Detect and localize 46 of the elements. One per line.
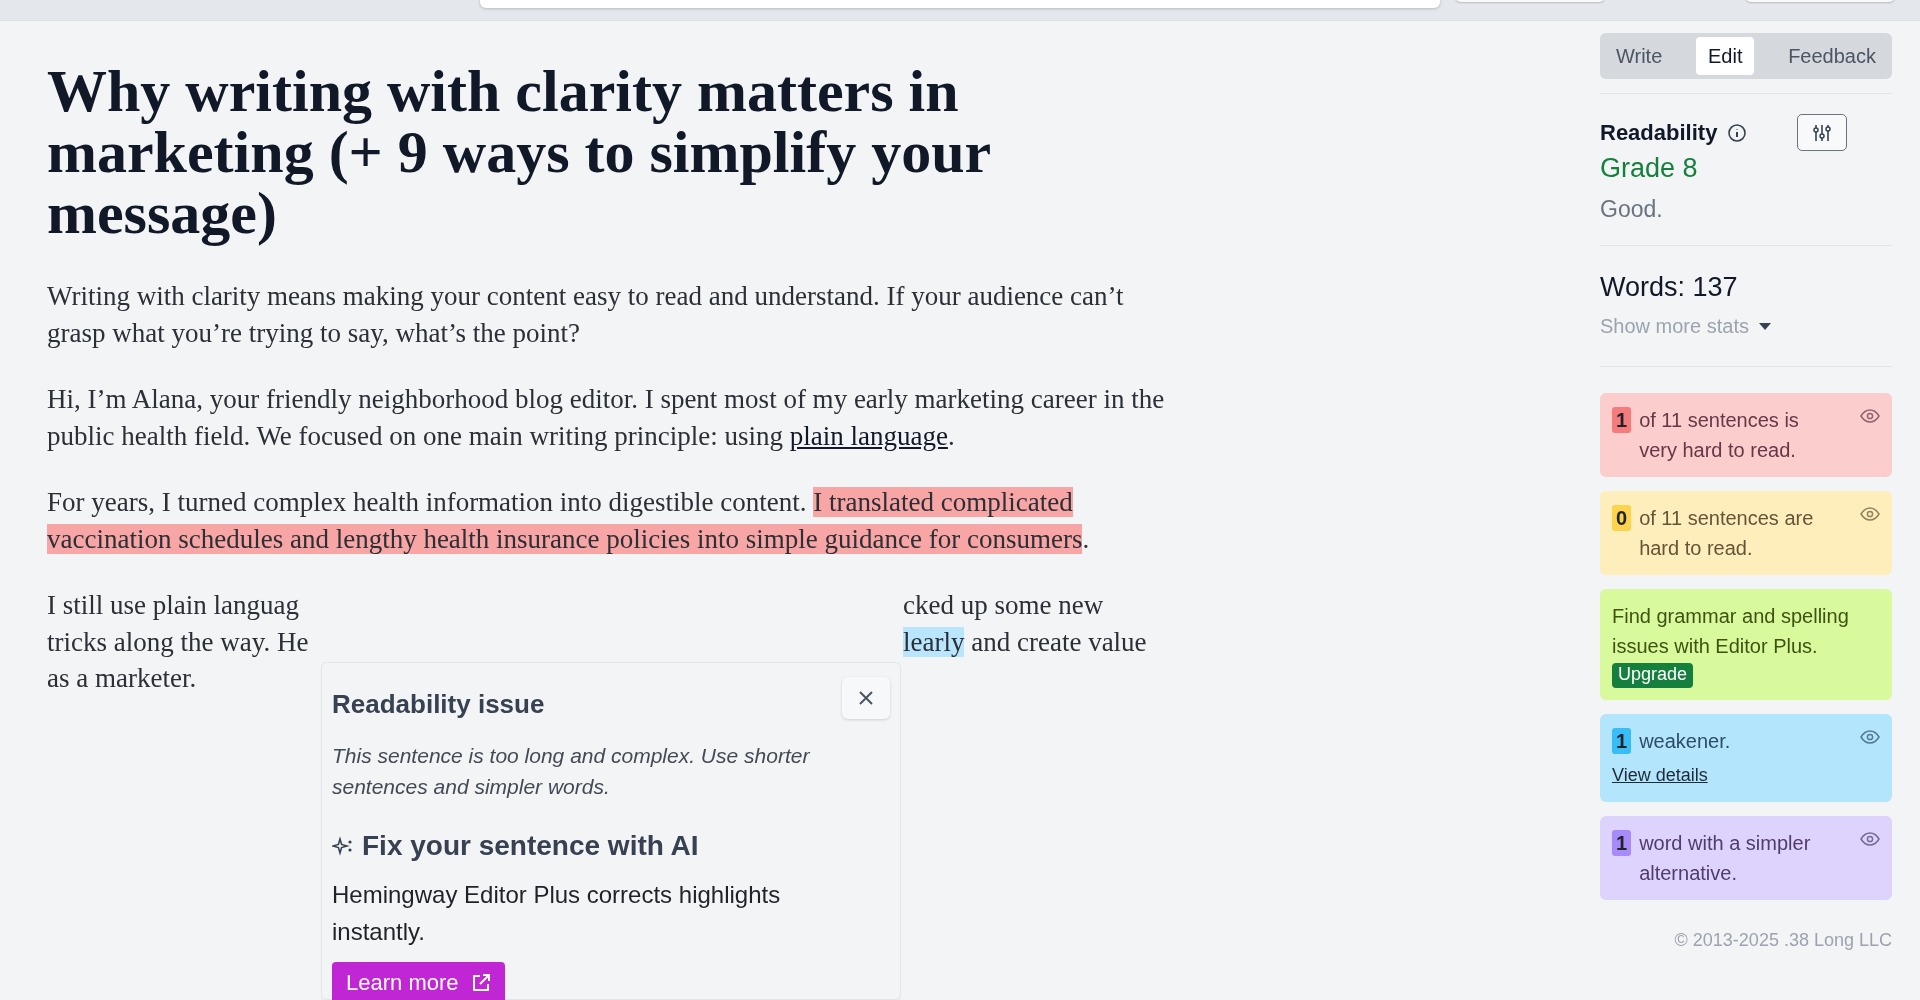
settings-button[interactable] [1797, 114, 1848, 151]
article-title: Why writing with clarity matters in marketing (+ 9 ways to simplify your message) [47, 61, 992, 244]
ai-description: Hemingway Editor Plus corrects highlights instantly. [332, 880, 782, 947]
view-details-link[interactable]: View details [1612, 760, 1708, 790]
body-paragraph: Writing with clarity means making your content easy to read and understand. If your audience can’t grasp what you’re trying to say, what’s the point? [47, 280, 1125, 350]
body-text: I still use plain languag [47, 589, 300, 622]
ai-heading: Fix your sentence with AI [362, 830, 699, 862]
body-text: learly and create value [903, 625, 1148, 659]
grade-verdict: Good. [1600, 196, 1664, 223]
mode-tab[interactable]: Edit [1696, 37, 1755, 75]
text-link[interactable]: plain language [789, 420, 948, 451]
issue-text: word with a simpler alternative. [1639, 831, 1812, 886]
issue-text: weakener. [1639, 729, 1731, 754]
mode-tab[interactable]: Write [1604, 37, 1675, 75]
eye-icon[interactable] [1860, 730, 1880, 744]
count-badge: 1 [1612, 728, 1632, 754]
word-count: Words: 137 [1600, 272, 1739, 303]
count-badge: 1 [1612, 407, 1632, 433]
body-text: tricks along the way. He [47, 625, 310, 659]
eye-icon[interactable] [1860, 507, 1880, 521]
promo-text: Find grammar and spelling issues with Editor Plus. [1612, 604, 1850, 659]
issue-text: of 11 sentences is very hard to read. [1639, 408, 1800, 463]
readability-title: Readability [1600, 119, 1718, 146]
grade-level: Grade 8 [1600, 153, 1699, 184]
eye-icon[interactable] [1860, 409, 1880, 423]
info-icon[interactable] [1727, 122, 1748, 143]
external-link-icon [470, 973, 491, 993]
close-icon [858, 690, 874, 706]
body-paragraph: For years, I turned complex health information into digestible content. I translated complicated vaccination schedules and lengthy health insurance policies into simple guidance for consumers. [47, 486, 1091, 556]
eye-icon[interactable] [1860, 832, 1880, 846]
body-paragraph: Hi, I’m Alana, your friendly neighborhood blog editor. I spent most of my early marketing career in the public health field. We focused on one main writing principle: using plain language. [47, 383, 1166, 453]
popup-title: Readability issue [332, 689, 545, 720]
count-badge: 0 [1612, 505, 1632, 531]
learn-more-button[interactable]: Learn more [332, 962, 505, 1000]
mode-tab[interactable]: Feedback [1776, 37, 1888, 75]
body-text: as a marketer. [47, 662, 198, 695]
upgrade-button[interactable]: Upgrade [1612, 663, 1694, 688]
close-button[interactable] [842, 677, 890, 719]
issue-text: of 11 sentences are hard to read. [1639, 506, 1815, 561]
body-text: cked up some new [903, 589, 1105, 622]
sparkle-icon [332, 836, 354, 856]
sliders-icon [1813, 123, 1832, 142]
copyright-text: © 2013-2025 .38 Long LLC [1673, 930, 1892, 951]
caret-icon[interactable] [1758, 323, 1771, 330]
count-badge: 1 [1612, 830, 1632, 856]
issue-description: This sentence is too long and complex. Use shorter sentences and simpler words. [332, 743, 811, 800]
